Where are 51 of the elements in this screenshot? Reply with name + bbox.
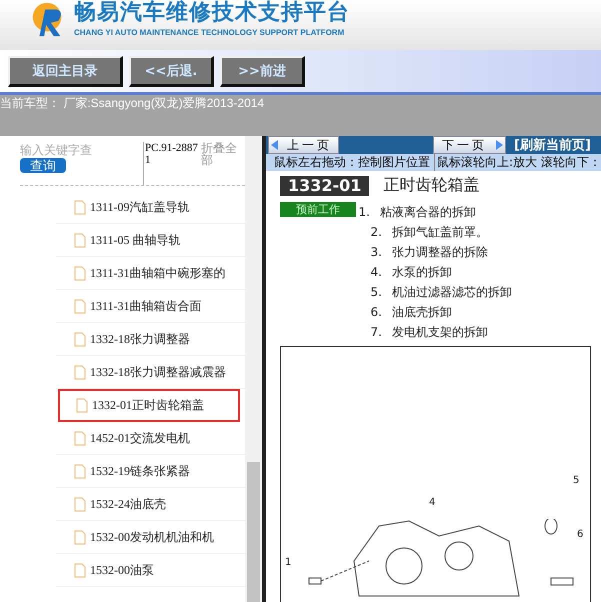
callout-number: 5 [573, 475, 580, 486]
step-number: 5. [370, 285, 382, 299]
document-icon [74, 364, 86, 380]
current-model-label: 当前车型： 厂家:Ssangyong(双龙)爱腾2013-2014 [0, 95, 266, 112]
step-number: 6. [370, 305, 382, 319]
next-page-button[interactable]: 下一页 [433, 136, 506, 154]
step-number: 2. [370, 225, 382, 239]
step-text: 发电机支架的拆卸 [392, 324, 488, 340]
search-button[interactable]: 查询 [20, 158, 66, 173]
nav-button[interactable]: >>前进 [220, 56, 305, 86]
step-text: 水泵的拆卸 [392, 264, 452, 280]
section-code: 1332-01 [280, 176, 370, 196]
section-title: 正时齿轮箱盖 [383, 175, 480, 196]
nav-button[interactable]: <<后退. [129, 56, 214, 86]
document-icon [74, 332, 86, 346]
callout-number: 1 [285, 557, 292, 568]
document-icon [74, 430, 86, 446]
document-icon [74, 266, 86, 280]
document-icon [74, 562, 86, 578]
platform-subtitle: CHANG YI AUTO MAINTENANCE TECHNOLOGY SUPPORT PLATFORM [74, 28, 346, 37]
callout-number: 4 [429, 497, 436, 508]
step-number: 7. [370, 325, 382, 339]
step-number: 1. [358, 205, 370, 219]
scrollbar[interactable] [245, 136, 262, 602]
hint-text: 滚轮向下： [541, 154, 601, 171]
step-number: 3. [370, 245, 382, 259]
hint-text: 鼠标滚轮向上:放大 [434, 154, 538, 171]
platform-title: 畅易汽车维修技术支持平台 [74, 0, 350, 26]
part-code: PC.91-28871 [143, 142, 201, 185]
step-text: 拆卸气缸盖前罩。 [392, 224, 488, 240]
document-icon [74, 464, 86, 478]
right-arrow-icon [495, 140, 503, 150]
document-icon [74, 530, 86, 544]
left-arrow-icon [271, 140, 279, 150]
document-icon [76, 398, 88, 413]
step-number: 4. [370, 265, 382, 279]
refresh-link[interactable]: [刷新当前页] [514, 136, 591, 154]
document-icon [74, 298, 86, 314]
step-text: 机油过滤器滤芯的拆卸 [392, 284, 512, 300]
callout-number: 6 [577, 529, 584, 540]
prerequisite-tag: 预前工作 [280, 202, 356, 217]
tree-item[interactable]: 1332-01正时齿轮箱盖 [58, 389, 240, 422]
previous-page-button[interactable]: 上一页 [268, 136, 339, 154]
step-text: 粘液离合器的拆卸 [380, 204, 476, 220]
document-icon [74, 232, 86, 248]
step-text: 油底壳拆卸 [392, 304, 452, 320]
nav-button[interactable]: 返回主目录 [8, 56, 123, 86]
hint-text: 鼠标左右拖动：控制图片位置 [274, 154, 430, 171]
step-text: 张力调整器的拆除 [392, 244, 488, 260]
document-icon [74, 200, 86, 214]
document-icon [74, 496, 86, 512]
